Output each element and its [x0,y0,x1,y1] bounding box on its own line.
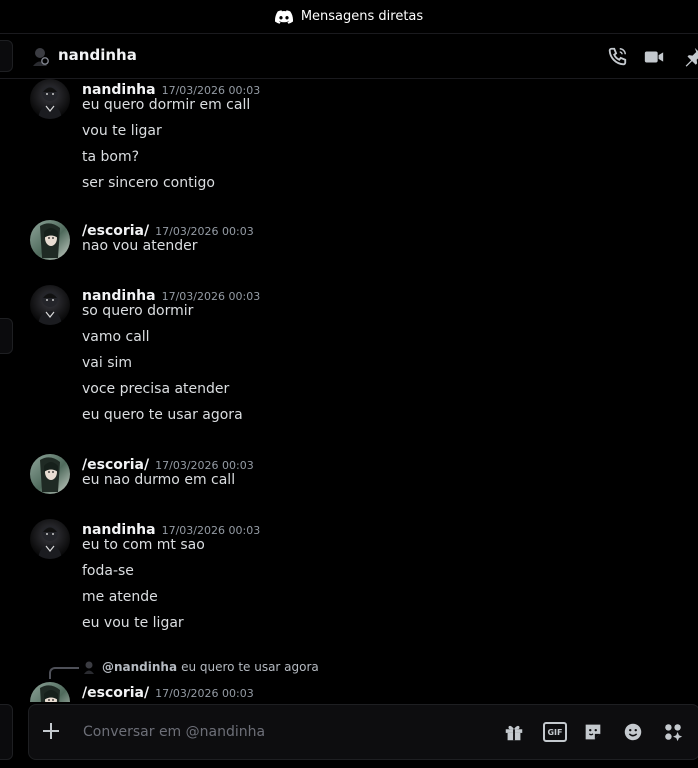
message-text: nao vou atender [82,238,198,254]
message-text: vai sim [82,355,133,371]
message-header: nandinha 17/03/2026 00:03 [82,285,261,304]
message-header: nandinha 17/03/2026 00:03 [82,79,261,98]
message-text: ser sincero contigo [82,175,215,191]
sidebar-edge [0,704,13,760]
timestamp: 17/03/2026 00:03 [155,459,254,472]
message-header: /escoria/17/03/2026 00:03 [82,220,254,239]
author-name[interactable]: /escoria/ [82,685,149,701]
message-input[interactable] [81,719,445,745]
message-text: eu nao durmo em call [82,472,236,488]
nandinha-avatar[interactable] [30,285,70,325]
video-call-icon[interactable] [643,46,665,68]
reply-text: eu quero te usar agora [181,660,319,674]
message-text: eu quero te usar agora [82,407,243,423]
message-header: /escoria/17/03/2026 00:03 [82,454,254,473]
message-text: me atende [82,589,158,605]
voice-call-icon[interactable] [606,46,628,68]
nandinha-avatar[interactable] [30,79,70,119]
reply-spine [49,667,79,679]
dm-user-name[interactable]: nandinha [58,46,137,64]
message-text: vou te ligar [82,123,162,139]
timestamp: 17/03/2026 00:03 [155,225,254,238]
escoria-avatar[interactable] [30,454,70,494]
gift-icon[interactable] [503,721,525,743]
reply-mention[interactable]: @nandinha [102,660,177,674]
escoria-avatar[interactable] [30,220,70,260]
author-name[interactable]: nandinha [82,522,156,538]
reply-preview[interactable]: @nandinha eu quero te usar agora [82,660,319,674]
message-text: voce precisa atender [82,381,230,397]
escoria-avatar[interactable] [30,682,70,702]
message-text: eu vou te ligar [82,615,184,631]
author-name[interactable]: /escoria/ [82,457,149,473]
dm-header: nandinha [0,34,698,79]
message-header: /escoria/17/03/2026 00:03 [82,682,254,701]
message-composer: GIF [28,704,698,760]
gif-icon[interactable]: GIF [543,722,567,742]
emoji-icon[interactable] [622,721,644,743]
author-name[interactable]: /escoria/ [82,223,149,239]
nandinha-avatar[interactable] [30,519,70,559]
title-bar: Mensagens diretas [0,0,698,34]
window-title: Mensagens diretas [300,9,424,24]
timestamp: 17/03/2026 00:03 [161,84,261,97]
message-text: vamo call [82,329,150,345]
add-attachment-icon[interactable] [41,721,61,741]
author-name[interactable]: nandinha [82,82,156,98]
message-text: so quero dormir [82,303,194,319]
message-text: eu to com mt sao [82,537,205,553]
message-text: eu quero dormir em call [82,97,251,113]
message-text: ta bom? [82,149,140,165]
timestamp: 17/03/2026 00:03 [161,524,261,537]
message-list[interactable]: nandinha 17/03/2026 00:03 eu quero dormir… [0,79,698,702]
message-header: nandinha 17/03/2026 00:03 [82,519,261,538]
user-avatar[interactable] [30,46,50,66]
author-name[interactable]: nandinha [82,288,156,304]
timestamp: 17/03/2026 00:03 [161,290,261,303]
timestamp: 17/03/2026 00:03 [155,687,254,700]
nandinha-mini-avatar [84,661,94,674]
sticker-icon[interactable] [582,721,604,743]
gif-label: GIF [547,727,563,737]
pin-icon[interactable] [682,46,698,68]
message-group: @nandinha eu quero te usar agora /escori… [0,660,698,702]
message-text: foda-se [82,563,134,579]
discord-logo-icon [274,9,293,24]
apps-icon[interactable] [662,721,684,743]
